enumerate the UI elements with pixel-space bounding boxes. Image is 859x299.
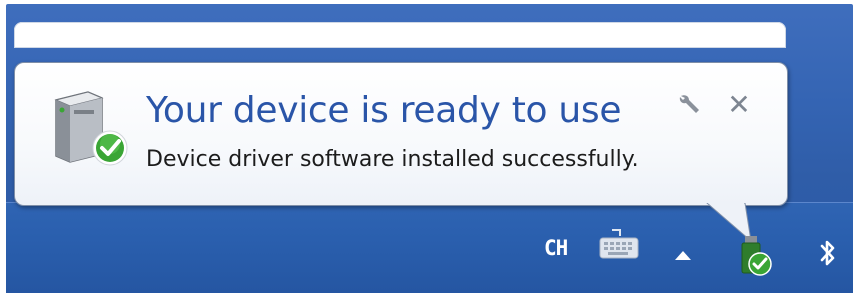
usb-device-check-icon[interactable] bbox=[736, 232, 774, 278]
wrench-icon[interactable] bbox=[675, 92, 705, 118]
notification-message: Device driver software installed success… bbox=[146, 147, 639, 172]
show-hidden-icons-arrow[interactable] bbox=[674, 246, 692, 260]
notification-title: Your device is ready to use bbox=[146, 90, 622, 131]
language-indicator[interactable]: CH bbox=[544, 236, 568, 260]
screen: Your device is ready to use Device drive… bbox=[0, 0, 859, 299]
device-driver-check-icon bbox=[44, 82, 132, 172]
background-window bbox=[14, 22, 786, 48]
keyboard-icon[interactable] bbox=[598, 228, 642, 262]
close-icon[interactable]: ✕ bbox=[722, 88, 756, 122]
bluetooth-icon[interactable] bbox=[818, 238, 838, 268]
